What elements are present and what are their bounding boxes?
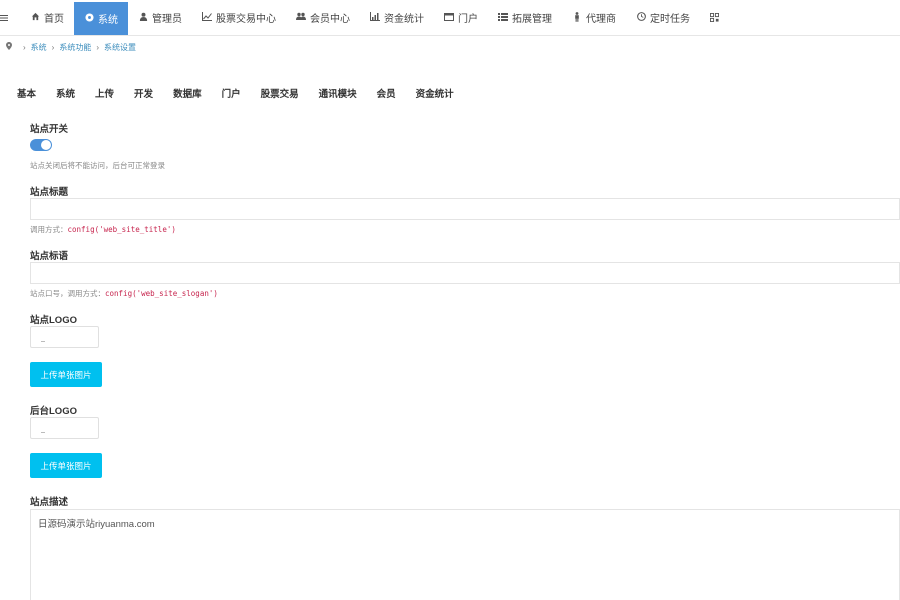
nav-item-cron[interactable]: 定时任务	[626, 0, 700, 35]
tab-develop[interactable]: 开发	[134, 86, 153, 100]
site-title-input[interactable]	[30, 198, 900, 220]
qrcode-icon[interactable]	[700, 0, 729, 35]
site-slogan-label: 站点标语	[30, 251, 69, 262]
tab-fund-stats[interactable]: 资金统计	[416, 86, 454, 100]
site-switch-label: 站点开关	[30, 124, 69, 135]
tab-messaging[interactable]: 通讯模块	[319, 86, 357, 100]
clock-icon	[636, 12, 646, 23]
nav-item-label: 拓展管理	[512, 14, 552, 25]
chevron-right-icon: ›	[23, 42, 26, 52]
nav-item-agent[interactable]: 代理商	[562, 0, 626, 35]
admin-logo-upload-button[interactable]: 上传单张图片	[30, 453, 102, 478]
top-navbar: 首页 系统 管理员 股票交易中心 会员中心 资金统计 门户 拓展管理 代理商 定…	[0, 0, 900, 36]
breadcrumb: › 系统 › 系统功能 › 系统设置	[6, 41, 136, 53]
site-description-textarea[interactable]: 日源码演示站riyuanma.com	[30, 509, 900, 600]
nav-item-stock-center[interactable]: 股票交易中心	[192, 0, 286, 35]
map-marker-icon	[6, 42, 12, 52]
image-placeholder	[41, 341, 45, 342]
user-icon	[138, 12, 148, 23]
nav-item-label: 门户	[458, 14, 478, 25]
nav-item-label: 定时任务	[650, 14, 690, 25]
users-icon	[296, 12, 306, 23]
site-slogan-help: 站点口号，调用方式：config('web_site_slogan')	[30, 288, 218, 299]
nav-item-label: 代理商	[586, 14, 616, 25]
list-icon	[498, 12, 508, 23]
site-slogan-input[interactable]	[30, 262, 900, 284]
nav-item-admin[interactable]: 管理员	[128, 0, 192, 35]
admin-logo-label: 后台LOGO	[30, 406, 77, 417]
settings-tabs: 基本 系统 上传 开发 数据库 门户 股票交易 通讯模块 会员 资金统计	[17, 86, 474, 100]
tab-system[interactable]: 系统	[56, 86, 75, 100]
bars-icon[interactable]	[0, 0, 20, 35]
help-prefix: 调用方式：	[30, 225, 68, 234]
nav-item-label: 会员中心	[310, 14, 350, 25]
admin-logo-preview	[30, 417, 99, 439]
help-prefix: 站点口号，调用方式：	[30, 289, 105, 298]
site-title-help: 调用方式：config('web_site_title')	[30, 224, 176, 235]
nav-item-portal[interactable]: 门户	[434, 0, 488, 35]
nav-item-label: 股票交易中心	[216, 14, 276, 25]
tab-basic[interactable]: 基本	[17, 86, 36, 100]
site-logo-preview	[30, 326, 99, 348]
nav-item-extension[interactable]: 拓展管理	[488, 0, 562, 35]
nav-item-system[interactable]: 系统	[74, 2, 128, 35]
line-chart-icon	[202, 12, 212, 23]
breadcrumb-item-function[interactable]: 系统功能	[59, 42, 91, 53]
site-logo-upload-button[interactable]: 上传单张图片	[30, 362, 102, 387]
image-placeholder	[41, 432, 45, 433]
nav-item-label: 管理员	[152, 14, 182, 25]
nav-item-fund-stats[interactable]: 资金统计	[360, 0, 434, 35]
nav-item-label: 首页	[44, 14, 64, 25]
nav-item-label: 资金统计	[384, 14, 424, 25]
tab-upload[interactable]: 上传	[95, 86, 114, 100]
site-logo-label: 站点LOGO	[30, 315, 77, 326]
tab-portal[interactable]: 门户	[222, 86, 241, 100]
tab-member[interactable]: 会员	[377, 86, 396, 100]
chevron-right-icon: ›	[96, 42, 100, 52]
gear-circle-icon	[84, 13, 94, 24]
help-code: config('web_site_slogan')	[105, 289, 218, 298]
tab-database[interactable]: 数据库	[173, 86, 202, 100]
home-icon	[30, 12, 40, 23]
nav-item-home[interactable]: 首页	[20, 0, 74, 35]
person-icon	[572, 11, 582, 24]
nav-item-member-center[interactable]: 会员中心	[286, 0, 360, 35]
tab-stock-trade[interactable]: 股票交易	[261, 86, 299, 100]
breadcrumb-item-system[interactable]: 系统	[31, 42, 47, 53]
chevron-right-icon: ›	[51, 42, 55, 52]
site-title-label: 站点标题	[30, 187, 69, 198]
site-switch-toggle[interactable]	[30, 139, 52, 151]
nav-item-label: 系统	[98, 15, 118, 26]
toggle-knob	[41, 140, 51, 150]
help-code: config('web_site_title')	[67, 225, 176, 234]
site-switch-help: 站点关闭后将不能访问，后台可正常登录	[30, 161, 165, 170]
bar-chart-icon	[370, 12, 380, 23]
site-description-label: 站点描述	[30, 497, 69, 508]
window-icon	[444, 12, 454, 23]
breadcrumb-item-settings[interactable]: 系统设置	[104, 42, 136, 53]
